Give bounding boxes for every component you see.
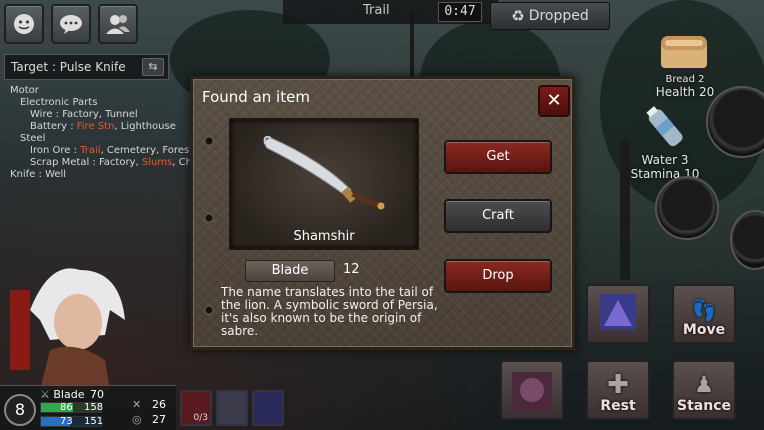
recipe-row: Iron Ore : Trail, Cemetery, Forest	[10, 145, 193, 157]
weapon-name: Blade	[53, 388, 85, 401]
party-icon	[106, 15, 130, 34]
water-bottle-icon	[646, 106, 683, 147]
sword-icon: ⚔	[40, 388, 50, 401]
get-button[interactable]: Get	[444, 140, 552, 174]
recipe-text: Iron Ore :	[30, 145, 81, 156]
dialog-title: Found an item	[202, 88, 310, 106]
recycle-icon: ♻	[511, 7, 525, 25]
bread-item[interactable]: Bread 2 Health 20	[645, 28, 725, 99]
rest-label: Rest	[600, 398, 636, 414]
recipe-text: Steel	[20, 133, 46, 144]
recipe-row: Steel	[10, 133, 193, 145]
item-name: Shamshir	[293, 229, 355, 244]
party-button[interactable]	[98, 4, 138, 44]
move-button[interactable]: 👣 Move	[672, 284, 736, 344]
skill-slot-1[interactable]: 0/3	[180, 390, 212, 426]
dropped-button[interactable]: ♻ Dropped	[490, 2, 610, 30]
stance-button[interactable]: ♟ Stance	[672, 360, 736, 420]
recipe-text: Knife : Well	[10, 169, 67, 180]
recipe-rest: , Cemetery, Forest	[100, 145, 194, 156]
empty-slot[interactable]	[730, 210, 764, 270]
recipe-row: Knife : Well	[10, 169, 193, 181]
emote-button[interactable]	[4, 4, 44, 44]
close-button[interactable]: ✕	[538, 85, 570, 117]
recipe-text: Scrap Metal : Factory,	[30, 157, 142, 168]
hp-current: 86	[60, 402, 73, 413]
recipe-row: Scrap Metal : Factory, Slums, Ch	[10, 157, 193, 169]
item-image-frame: Shamshir	[229, 118, 419, 250]
shamshir-icon	[263, 135, 385, 210]
empty-slot[interactable]	[655, 176, 719, 240]
plus-cross-icon: ✚	[607, 370, 629, 400]
recipe-row: Motor	[10, 85, 193, 97]
item-description: The name translates into the tail of the…	[221, 285, 438, 338]
recipe-row: Wire : Factory, Tunnel	[10, 109, 193, 121]
target-panel[interactable]: Target : Pulse Knife ⇆	[4, 54, 169, 80]
skill-count: 0/3	[193, 413, 208, 423]
swap-target-icon[interactable]: ⇆	[142, 58, 164, 76]
recipe-text: Electronic Parts	[20, 97, 98, 108]
attack-value: 26	[152, 398, 166, 411]
recipe-tree: Motor Electronic Parts Wire : Factory, Tun…	[10, 85, 193, 181]
skill-button[interactable]	[586, 284, 650, 344]
drop-button[interactable]: Drop	[444, 259, 552, 293]
craft-button[interactable]: Craft	[444, 199, 552, 233]
skill-slot-2[interactable]	[216, 390, 248, 426]
category-value: 12	[343, 262, 360, 277]
monster-icon	[512, 372, 552, 412]
recipe-row: Electronic Parts	[10, 97, 193, 109]
water-name: Water 3	[641, 153, 689, 167]
rivet	[204, 136, 214, 146]
attack-icon: ✕	[132, 398, 142, 411]
bread-name: Bread 2	[665, 74, 705, 85]
dropped-label: Dropped	[528, 8, 589, 24]
skill-icon	[600, 294, 636, 330]
recipe-highlight: Trail	[80, 145, 101, 156]
footsteps-icon: 👣	[691, 298, 717, 322]
level-badge: 8	[4, 394, 36, 426]
rest-button[interactable]: ✚ Rest	[586, 360, 650, 420]
recipe-text: Wire : Factory, Tunnel	[30, 109, 138, 120]
defense-value: 27	[152, 413, 166, 426]
bread-icon	[661, 36, 707, 68]
found-item-dialog: Found an item ✕ Shamshir Blade 12 The na…	[190, 76, 575, 350]
rivet	[204, 213, 214, 223]
character-portrait	[10, 268, 125, 390]
target-label: Target : Pulse Knife	[11, 60, 126, 74]
stance-label: Stance	[677, 398, 731, 414]
sp-current: 73	[60, 416, 73, 427]
recipe-highlight: Slums	[141, 157, 173, 168]
weapon-label: ⚔ Blade	[40, 388, 84, 401]
bread-effect: Health 20	[655, 85, 715, 99]
recipe-text: Motor	[10, 85, 39, 96]
recipe-highlight: Fire Stn	[76, 121, 115, 132]
chat-button[interactable]	[51, 4, 91, 44]
recipe-row: Battery : Fire Stn, Lighthouse	[10, 121, 193, 133]
category-label: Blade	[245, 260, 335, 282]
chat-icon	[60, 15, 82, 34]
recipe-rest: , Ch	[172, 157, 192, 168]
sp-max: 151	[84, 416, 104, 427]
timer: 0:47	[438, 2, 482, 22]
emote-icon	[14, 14, 34, 34]
move-label: Move	[682, 322, 726, 338]
rivet	[204, 305, 214, 315]
defense-icon: ◎	[132, 413, 142, 426]
recipe-rest: , Lighthouse	[114, 121, 176, 132]
hp-max: 158	[84, 402, 104, 413]
water-item[interactable]: Water 3 Stamina 10	[620, 104, 710, 181]
skill-slot-3[interactable]	[252, 390, 284, 426]
recipe-text: Battery :	[30, 121, 77, 132]
character-skill-button[interactable]	[500, 360, 564, 420]
stance-figure-icon: ♟	[694, 373, 714, 398]
weapon-value: 70	[90, 388, 104, 401]
location-label: Trail	[363, 3, 390, 18]
